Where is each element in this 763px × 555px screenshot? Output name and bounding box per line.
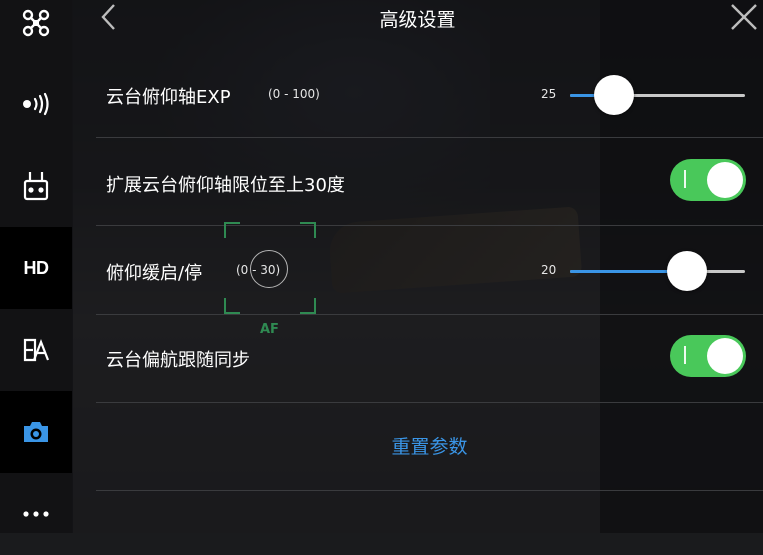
af-center-circle xyxy=(250,250,288,288)
yaw-follow-sync-toggle[interactable] xyxy=(670,335,746,377)
extend-pitch-limit-label: 扩展云台俯仰轴限位至上30度 xyxy=(106,175,345,196)
af-frame-corner xyxy=(224,298,240,314)
sidebar-item-remote-controller[interactable] xyxy=(0,145,72,227)
pitch-exp-label: 云台俯仰轴EXP xyxy=(106,87,231,108)
slider-knob[interactable] xyxy=(666,251,707,291)
close-button[interactable] xyxy=(729,2,759,32)
sidebar: HD xyxy=(0,0,73,533)
pitch-smooth-slider[interactable] xyxy=(570,251,745,291)
af-frame-corner xyxy=(224,222,240,238)
language-icon xyxy=(23,338,50,362)
af-focus-frame: AF xyxy=(224,222,316,337)
af-frame-corner xyxy=(300,298,316,314)
close-icon xyxy=(731,4,757,30)
pitch-exp-range: (0 - 100) xyxy=(268,87,320,101)
signal-transmission-icon xyxy=(23,92,49,116)
sidebar-item-transmission[interactable] xyxy=(0,63,72,145)
page-title: 高级设置 xyxy=(379,9,456,31)
pitch-smooth-value: 20 xyxy=(541,263,557,277)
more-icon xyxy=(23,511,49,517)
reset-parameters-button[interactable]: 重置参数 xyxy=(96,432,763,459)
setting-row-extend-pitch-limit: 扩展云台俯仰轴限位至上30度 xyxy=(96,138,763,226)
slider-knob[interactable] xyxy=(593,75,634,115)
remote-controller-icon xyxy=(23,172,49,201)
af-label: AF xyxy=(260,322,279,337)
sidebar-item-general[interactable] xyxy=(0,309,72,391)
sidebar-item-aircraft[interactable] xyxy=(0,0,72,64)
toggle-knob xyxy=(707,162,743,198)
advanced-settings-panel: 高级设置 云台俯仰轴EXP (0 - 100) 25 扩展云台俯仰轴限位至上30… xyxy=(72,0,763,533)
sidebar-item-gimbal[interactable] xyxy=(0,391,72,473)
setting-row-yaw-follow-sync: 云台偏航跟随同步 xyxy=(96,315,763,403)
setting-row-pitch-smooth: 俯仰缓启/停 (0 - 30) 20 xyxy=(96,226,763,315)
pitch-exp-slider[interactable] xyxy=(570,75,745,115)
drone-icon xyxy=(22,9,50,37)
camera-icon xyxy=(24,422,48,442)
sidebar-item-more[interactable] xyxy=(0,473,72,555)
af-frame-corner xyxy=(300,222,316,238)
yaw-follow-sync-label: 云台偏航跟随同步 xyxy=(106,350,250,371)
divider xyxy=(96,490,763,491)
pitch-exp-value: 25 xyxy=(541,87,557,101)
toggle-on-mark xyxy=(684,170,686,188)
panel-header: 高级设置 xyxy=(72,0,763,36)
extend-pitch-limit-toggle[interactable] xyxy=(670,159,746,201)
setting-row-pitch-exp: 云台俯仰轴EXP (0 - 100) 25 xyxy=(96,50,763,138)
sidebar-item-hd[interactable]: HD xyxy=(0,227,72,309)
toggle-on-mark xyxy=(684,346,686,364)
toggle-knob xyxy=(707,338,743,374)
hd-video-icon: HD xyxy=(23,257,50,278)
pitch-smooth-label: 俯仰缓启/停 xyxy=(106,263,203,284)
